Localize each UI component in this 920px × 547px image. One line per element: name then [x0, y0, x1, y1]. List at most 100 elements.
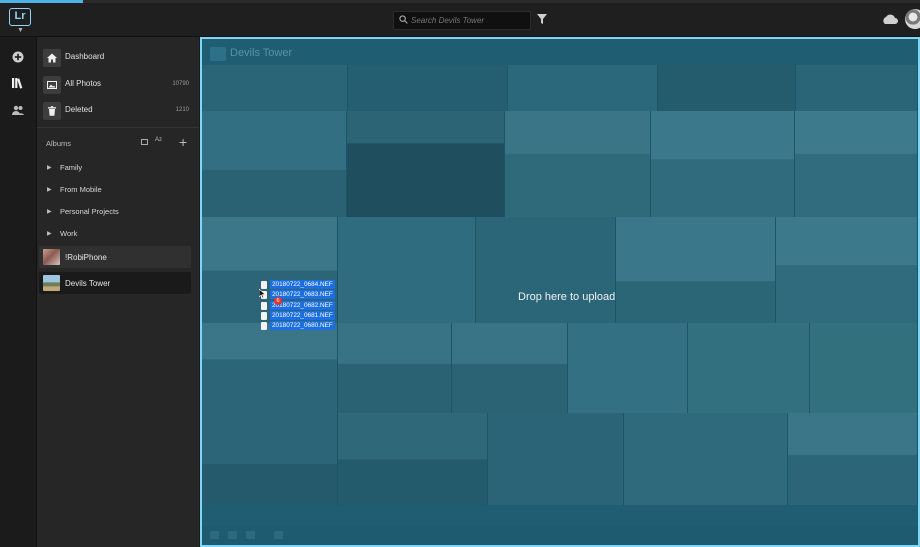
bottom-toolbar: [202, 526, 918, 545]
drag-count-badge: 6: [274, 297, 282, 305]
folder-label: Work: [60, 229, 78, 238]
photo-thumbnail[interactable]: [651, 111, 795, 217]
add-album-button[interactable]: +: [179, 134, 187, 150]
file-name: 20180722_0681.NEF: [270, 310, 335, 320]
photo-thumbnail[interactable]: [338, 413, 488, 505]
cloud-sync-icon[interactable]: [881, 14, 899, 25]
photo-thumbnail[interactable]: [348, 65, 508, 111]
drop-upload-message: Drop here to upload: [518, 291, 616, 303]
photo-thumbnail[interactable]: [568, 323, 688, 413]
library-icon[interactable]: [12, 77, 24, 89]
filter-icon[interactable]: [537, 14, 547, 24]
albums-heading: Albums: [46, 139, 72, 148]
dragged-file: 20180722_0680.NEF: [261, 321, 343, 331]
flag-icon[interactable]: [246, 531, 255, 539]
photo-row: [202, 65, 918, 111]
file-name: 20180722_0684.NEF: [270, 280, 335, 289]
photo-thumbnail[interactable]: [452, 323, 568, 413]
album-view-toggle-icon[interactable]: [141, 139, 148, 145]
photo-thumbnail[interactable]: [795, 111, 918, 217]
nav-item-deleted[interactable]: Deleted 1210: [43, 100, 193, 122]
search-input[interactable]: [411, 13, 526, 28]
album-folder-family[interactable]: ▶ Family: [47, 161, 187, 177]
file-icon: [261, 301, 267, 310]
photo-thumbnail[interactable]: [347, 111, 505, 217]
album-thumbnail: [43, 249, 60, 265]
deleted-count: 1210: [175, 107, 189, 113]
nav-item-label: Dashboard: [65, 52, 105, 61]
photo-row: [202, 111, 918, 217]
photo-thumbnail[interactable]: [508, 65, 658, 111]
nav-item-label: Deleted: [65, 105, 93, 114]
photo-thumbnail[interactable]: [810, 323, 918, 413]
file-icon: [261, 311, 267, 320]
app-menu-caret-icon[interactable]: ▼: [17, 27, 24, 34]
photo-thumbnail[interactable]: [338, 217, 476, 323]
photo-thumbnail[interactable]: [338, 323, 452, 413]
shared-people-icon[interactable]: [12, 104, 24, 116]
photo-thumbnail[interactable]: [658, 65, 796, 111]
album-folder-work[interactable]: ▶ Work: [47, 227, 187, 243]
albums-toolbar: Az +: [141, 134, 195, 150]
sort-albums-button[interactable]: Az: [155, 137, 162, 143]
home-icon: [43, 49, 61, 67]
photo-thumbnail[interactable]: [796, 65, 918, 111]
file-icon: [261, 322, 267, 331]
album-folder-from-mobile[interactable]: ▶ From Mobile: [47, 183, 187, 199]
lightroom-logo[interactable]: Lr: [9, 8, 31, 26]
folder-expand-icon[interactable]: ▶: [47, 186, 52, 193]
user-avatar[interactable]: [905, 9, 920, 29]
folder-expand-icon[interactable]: ▶: [47, 164, 52, 171]
left-rail: [0, 37, 37, 547]
panel-divider: [37, 127, 199, 128]
file-name: 20180722_0680.NEF: [270, 321, 335, 331]
photo-thumbnail[interactable]: [202, 65, 348, 111]
album-item-devils-tower[interactable]: Devils Tower: [39, 272, 191, 294]
sort-icon[interactable]: [274, 531, 283, 539]
photo-thumbnail[interactable]: [202, 323, 338, 413]
photos-icon: [43, 76, 61, 94]
photo-thumbnail[interactable]: [202, 413, 338, 505]
photo-count: 10790: [172, 81, 189, 87]
photo-thumbnail[interactable]: [688, 323, 810, 413]
album-label: !RobiPhone: [65, 253, 107, 262]
dragged-files-list: 20180722_0684.NEF 20180722_0683.NEF 2018…: [261, 280, 343, 331]
album-title[interactable]: Devils Tower: [230, 47, 292, 59]
photo-thumbnail[interactable]: [488, 413, 624, 505]
photo-row: [202, 413, 918, 505]
rating-star-icon[interactable]: [228, 531, 237, 539]
add-photos-icon[interactable]: [12, 51, 24, 63]
album-item-robiphone[interactable]: !RobiPhone: [39, 246, 191, 268]
top-bar: Lr ▼: [0, 0, 920, 37]
dragged-file: 20180722_0681.NEF: [261, 310, 343, 321]
grid-view-icon[interactable]: [210, 531, 219, 539]
search-box[interactable]: [393, 11, 531, 30]
photo-thumbnail[interactable]: [624, 413, 788, 505]
folder-label: Personal Projects: [60, 207, 119, 216]
file-icon: [261, 281, 267, 289]
nav-item-dashboard[interactable]: Dashboard: [43, 47, 193, 69]
photo-thumbnail[interactable]: [776, 217, 918, 323]
library-panel: Dashboard All Photos 10790 Deleted 1210 …: [37, 37, 199, 547]
folder-label: From Mobile: [60, 185, 102, 194]
nav-item-all-photos[interactable]: All Photos 10790: [43, 74, 193, 96]
album-folder-personal-projects[interactable]: ▶ Personal Projects: [47, 205, 187, 221]
album-label: Devils Tower: [65, 279, 111, 288]
photo-thumbnail[interactable]: [788, 413, 918, 505]
photo-thumbnail[interactable]: [616, 217, 776, 323]
folder-label: Family: [60, 163, 83, 172]
photo-thumbnail[interactable]: [202, 111, 347, 217]
sync-progress-bar: [0, 0, 920, 3]
photo-thumbnail[interactable]: [505, 111, 651, 217]
folder-expand-icon[interactable]: ▶: [47, 208, 52, 215]
search-icon: [399, 15, 408, 24]
nav-item-label: All Photos: [65, 79, 102, 88]
folder-expand-icon[interactable]: ▶: [47, 230, 52, 237]
album-cover-icon: [210, 47, 226, 61]
dragged-file: 20180722_0684.NEF: [261, 280, 343, 290]
sync-progress-fill: [0, 0, 83, 3]
photo-thumbnail[interactable]: [476, 217, 616, 323]
photo-row: [202, 323, 918, 413]
trash-icon: [43, 102, 61, 120]
album-thumbnail: [43, 275, 60, 291]
